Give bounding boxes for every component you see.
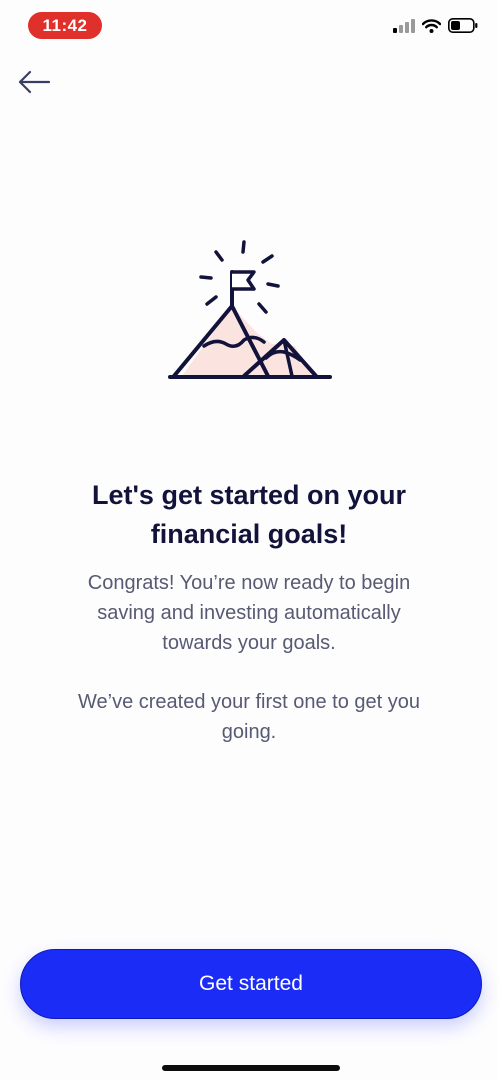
page-title-line-1: Let's get started on your (92, 480, 406, 510)
page-title: Let's get started on your financial goal… (30, 476, 468, 554)
home-indicator[interactable] (162, 1065, 340, 1071)
congrats-line-1: Congrats! You’re now ready to begin (87, 572, 411, 594)
mountain-peak-flag-icon (160, 234, 340, 390)
congrats-line-2: saving and investing automatically (97, 602, 401, 624)
first-goal-line-2: going. (221, 721, 277, 743)
battery-icon (448, 18, 478, 38)
congrats-message: Congrats! You’re now ready to begin savi… (40, 568, 458, 658)
wifi-icon (421, 18, 442, 38)
congrats-line-3: towards your goals. (162, 632, 336, 654)
first-goal-line-1: We’ve created your first one to get you (77, 691, 421, 713)
status-bar: 11:42 (0, 0, 498, 50)
cellular-signal-icon (393, 18, 415, 38)
back-button[interactable] (14, 66, 54, 102)
first-goal-message: We’ve created your first one to get you … (40, 687, 458, 747)
page-title-line-2: financial goals! (150, 519, 348, 549)
arrow-left-icon (17, 70, 51, 99)
status-icons (393, 18, 478, 38)
status-time: 11:42 (28, 12, 102, 39)
get-started-button[interactable]: Get started (20, 949, 482, 1019)
